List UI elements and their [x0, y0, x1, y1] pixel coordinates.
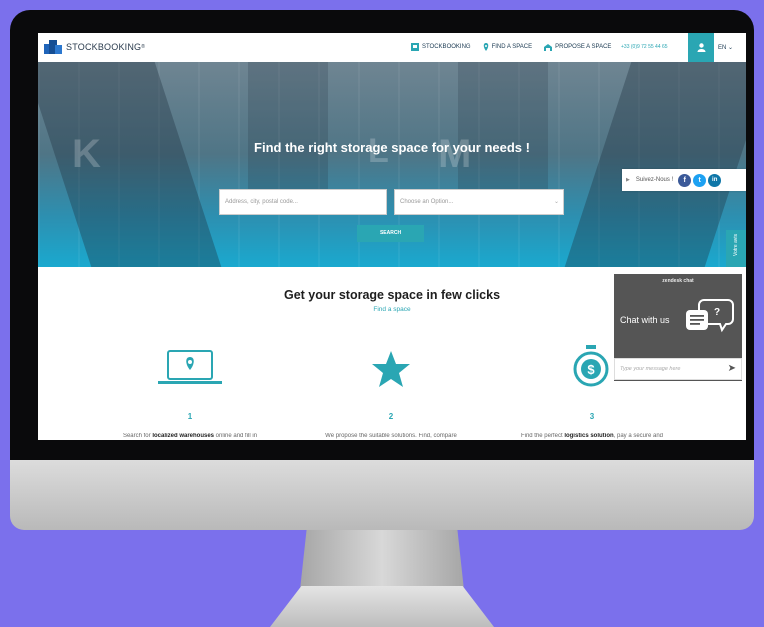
- step-text: Find the perfect: [520, 433, 565, 439]
- step-text-bold: logistics solution: [564, 433, 614, 439]
- brand-logo[interactable]: STOCKBOOKING ®: [44, 40, 145, 54]
- chat-input-placeholder: Type your message here: [620, 366, 681, 372]
- svg-text:$: $: [587, 362, 595, 377]
- svg-text:?: ?: [714, 307, 720, 318]
- send-arrow-icon[interactable]: ➤: [728, 363, 736, 374]
- nav-link-propose-a-space[interactable]: PROPOSE A SPACE: [544, 43, 611, 51]
- feedback-side-tab[interactable]: Votre avis: [726, 230, 746, 267]
- step-number: 1: [187, 412, 193, 421]
- follow-us-bar: ▶ Suivez-Nous ! f t in: [622, 169, 746, 191]
- chat-message-input[interactable]: Type your message here ➤: [614, 358, 742, 380]
- brand-registered-mark: ®: [141, 44, 146, 50]
- step-number: 3: [589, 412, 595, 421]
- step-description: Search for localized warehouses online a…: [95, 433, 285, 439]
- linkedin-icon[interactable]: in: [708, 173, 722, 187]
- step-description: Find the perfect logistics solution, pay…: [497, 433, 687, 439]
- step-text: Search for: [122, 433, 153, 439]
- step-text: , pay a secure and: [613, 433, 664, 439]
- warehouse-rack-graphic: [38, 62, 222, 267]
- step-text: online and fill in: [214, 433, 258, 439]
- monitor-stand-base: [270, 586, 494, 627]
- option-select-value: Choose an Option...: [400, 199, 454, 205]
- search-button[interactable]: SEARCH: [357, 225, 424, 242]
- option-select[interactable]: Choose an Option... ⌄: [394, 189, 564, 215]
- warehouse-rack-graphic: [564, 62, 746, 267]
- step-text-bold: localized warehouses: [152, 433, 215, 439]
- twitter-icon[interactable]: t: [693, 173, 707, 187]
- facebook-icon[interactable]: f: [678, 173, 692, 187]
- website-screen: STOCKBOOKING ® STOCKBOOKING FIND A SPACE…: [38, 33, 746, 440]
- logo-boxes-icon: [44, 40, 62, 54]
- warehouse-icon: [544, 43, 553, 51]
- nav-link-label: PROPOSE A SPACE: [555, 44, 612, 50]
- nav-link-find-a-space[interactable]: FIND A SPACE: [483, 43, 533, 51]
- chat-bubble-icon: ?: [686, 299, 734, 333]
- chevron-down-icon: ⌄: [553, 199, 559, 205]
- step-number: 2: [388, 412, 394, 421]
- follow-us-label: Suivez-Nous !: [635, 177, 674, 183]
- hero-banner: K L M Find the right storage space for y…: [38, 62, 746, 267]
- nav-link-label: STOCKBOOKING: [422, 44, 471, 50]
- top-navbar: STOCKBOOKING ® STOCKBOOKING FIND A SPACE…: [38, 33, 746, 63]
- address-input[interactable]: Address, city, postal code...: [219, 189, 387, 215]
- laptop-location-icon: [158, 350, 222, 384]
- feedback-tab-label: Votre avis: [733, 234, 739, 256]
- user-icon: [697, 43, 705, 52]
- step-description: We propose the suitable solutions. Find,…: [296, 433, 486, 439]
- dollar-refresh-icon: $: [573, 345, 609, 387]
- step-text: We propose the suitable solutions. Find,…: [325, 433, 457, 439]
- nav-links: STOCKBOOKING FIND A SPACE PROPOSE A SPAC…: [411, 43, 611, 51]
- phone-number[interactable]: +33 (0)9 72 55 44 65: [621, 44, 668, 50]
- chat-brand: zendesk chat: [662, 278, 694, 284]
- nav-link-label: FIND A SPACE: [491, 44, 533, 50]
- language-selector[interactable]: EN ⌄: [718, 44, 733, 51]
- monitor-chin: [10, 460, 754, 530]
- chat-label: Chat with us: [620, 315, 670, 325]
- warehouse-rack-graphic: [248, 62, 328, 202]
- nav-link-stockbooking[interactable]: STOCKBOOKING: [411, 43, 471, 51]
- user-account-button[interactable]: [688, 33, 714, 62]
- bookmark-icon: [411, 43, 419, 51]
- brand-name: STOCKBOOKING: [66, 42, 142, 52]
- star-icon: [372, 351, 410, 387]
- location-pin-icon: [483, 43, 488, 51]
- monitor-stand-neck: [300, 530, 464, 590]
- hero-title: Find the right storage space for your ne…: [254, 140, 530, 155]
- caret-right-icon[interactable]: ▶: [626, 177, 630, 183]
